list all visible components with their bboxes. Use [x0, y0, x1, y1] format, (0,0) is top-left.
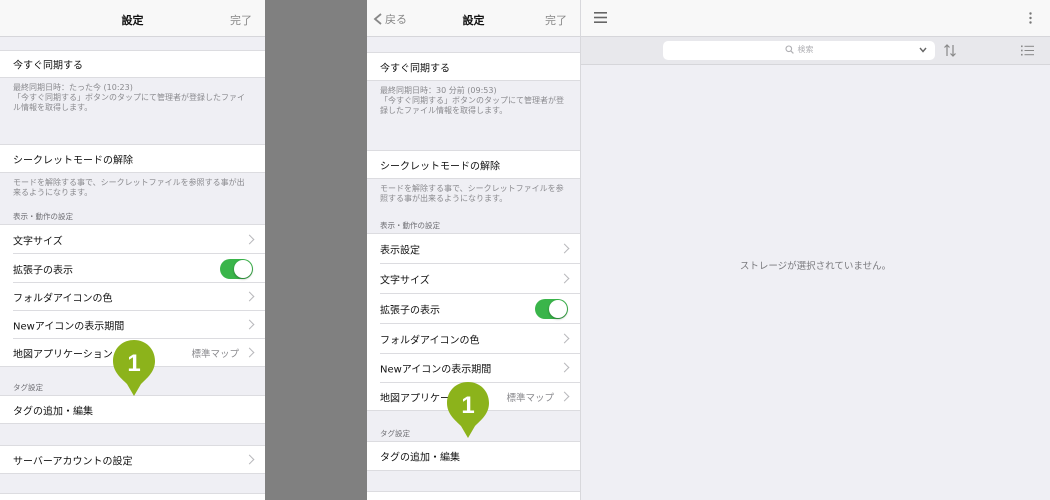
secret-mode-row[interactable]: シークレットモードの解除: [0, 144, 265, 173]
display-settings-label: 表示設定: [380, 245, 420, 256]
settings-panel-right: 戻る 設定 完了 今すぐ同期する 最終同期日時：30 分前 (09:53) 「今…: [367, 0, 580, 500]
extension-display-toggle[interactable]: [535, 298, 568, 319]
search-placeholder: 検索: [797, 45, 814, 54]
new-icon-period-label: Newアイコンの表示期間: [13, 321, 125, 333]
folder-icon-color-row[interactable]: フォルダアイコンの色: [0, 283, 265, 311]
chevron-right-icon: [244, 347, 255, 358]
sync-now-row[interactable]: 今すぐ同期する: [367, 52, 580, 81]
divider-gap: [265, 0, 367, 500]
next-row[interactable]: [0, 493, 265, 500]
chevron-right-icon: [559, 243, 570, 253]
step-number: 1: [461, 392, 474, 419]
secret-mode-row[interactable]: シークレットモードの解除: [367, 150, 580, 179]
map-app-label: 地図アプリケーション: [13, 349, 113, 361]
new-icon-period-label: Newアイコンの表示期間: [380, 364, 492, 376]
map-app-value: 標準マップ: [191, 349, 239, 360]
extension-display-label: 拡張子の表示: [13, 265, 73, 276]
secret-footnote: モードを解除する事で、シークレットファイルを参照する事が出来るようになります。: [380, 184, 564, 203]
search-icon: [784, 45, 794, 54]
display-section-header: 表示・動作の設定: [13, 212, 73, 221]
chevron-right-icon: [244, 291, 255, 302]
extension-display-row: 拡張子の表示: [0, 254, 265, 283]
main-content: 検索 ストレージが選択されていません。: [580, 0, 1050, 500]
extension-display-row: 拡張子の表示: [367, 294, 580, 323]
new-icon-period-row[interactable]: Newアイコンの表示期間: [367, 354, 580, 382]
more-vertical-icon[interactable]: [1029, 12, 1032, 24]
hamburger-menu-icon[interactable]: [594, 12, 607, 23]
extension-display-label: 拡張子の表示: [380, 305, 440, 316]
step-number: 1: [127, 350, 140, 377]
list-view-icon[interactable]: [1021, 45, 1034, 56]
next-row[interactable]: [367, 491, 580, 500]
secret-mode-label: シークレットモードの解除: [380, 161, 500, 172]
tag-edit-row[interactable]: タグの追加・編集: [367, 441, 580, 471]
secret-footnote: モードを解除する事で、シークレットファイルを参照する事が出来るようになります。: [13, 178, 245, 197]
sync-footnote: 最終同期日時：たった今 (10:23) 「今すぐ同期する」ボタンのタップにて管理…: [13, 83, 245, 112]
tag-section-header: タグ設定: [380, 429, 410, 438]
tag-section-header: タグ設定: [13, 383, 43, 392]
done-button[interactable]: 完了: [230, 12, 252, 28]
folder-icon-color-row[interactable]: フォルダアイコンの色: [367, 324, 580, 353]
sync-now-label: 今すぐ同期する: [380, 63, 450, 74]
font-size-row[interactable]: 文字サイズ: [0, 225, 265, 254]
tag-edit-label: タグの追加・編集: [13, 406, 93, 417]
map-app-label: 地図アプリケー: [380, 393, 450, 405]
chevron-right-icon: [559, 362, 570, 373]
chevron-right-icon: [559, 333, 570, 343]
settings-panel-left: 設定 完了 今すぐ同期する 最終同期日時：たった今 (10:23) 「今すぐ同期…: [0, 0, 265, 500]
nav-bar: 設定 完了: [0, 0, 265, 37]
secret-mode-label: シークレットモードの解除: [13, 155, 133, 166]
chevron-down-icon[interactable]: [919, 47, 927, 53]
display-settings-row[interactable]: 表示設定: [367, 234, 580, 263]
font-size-label: 文字サイズ: [13, 236, 63, 247]
sort-icon[interactable]: [943, 43, 957, 58]
chevron-right-icon: [244, 234, 255, 244]
search-placeholder-group: 検索: [663, 44, 935, 55]
nav-bar: 戻る 設定 完了: [367, 0, 580, 37]
tag-edit-label: タグの追加・編集: [380, 452, 460, 464]
new-icon-period-row[interactable]: Newアイコンの表示期間: [0, 311, 265, 339]
folder-icon-color-label: フォルダアイコンの色: [13, 293, 113, 305]
folder-icon-color-label: フォルダアイコンの色: [380, 335, 480, 346]
server-account-row[interactable]: サーバーアカウントの設定: [0, 445, 265, 474]
main-toolbar: [581, 0, 1050, 37]
chevron-right-icon: [559, 391, 570, 402]
nav-title: 設定: [121, 14, 144, 27]
step-marker: 1: [111, 338, 157, 398]
chevron-right-icon: [559, 273, 570, 283]
sync-now-row[interactable]: 今すぐ同期する: [0, 50, 265, 78]
step-marker: 1: [445, 380, 491, 440]
display-section-header: 表示・動作の設定: [380, 221, 440, 230]
sync-footnote: 最終同期日時：30 分前 (09:53) 「今すぐ同期する」ボタンのタップにて管…: [380, 86, 564, 115]
chevron-right-icon: [244, 454, 255, 464]
tag-edit-row[interactable]: タグの追加・編集: [0, 395, 265, 424]
font-size-row[interactable]: 文字サイズ: [367, 264, 580, 293]
server-account-label: サーバーアカウントの設定: [13, 456, 133, 467]
map-app-value: 標準マップ: [506, 393, 554, 404]
empty-state-message: ストレージが選択されていません。: [739, 261, 892, 272]
font-size-label: 文字サイズ: [380, 275, 430, 286]
sync-now-label: 今すぐ同期する: [13, 60, 83, 72]
search-input[interactable]: 検索: [663, 41, 935, 60]
chevron-right-icon: [244, 319, 255, 330]
done-button[interactable]: 完了: [545, 12, 567, 28]
extension-display-toggle[interactable]: [220, 258, 253, 279]
search-bar: 検索: [581, 37, 1050, 65]
